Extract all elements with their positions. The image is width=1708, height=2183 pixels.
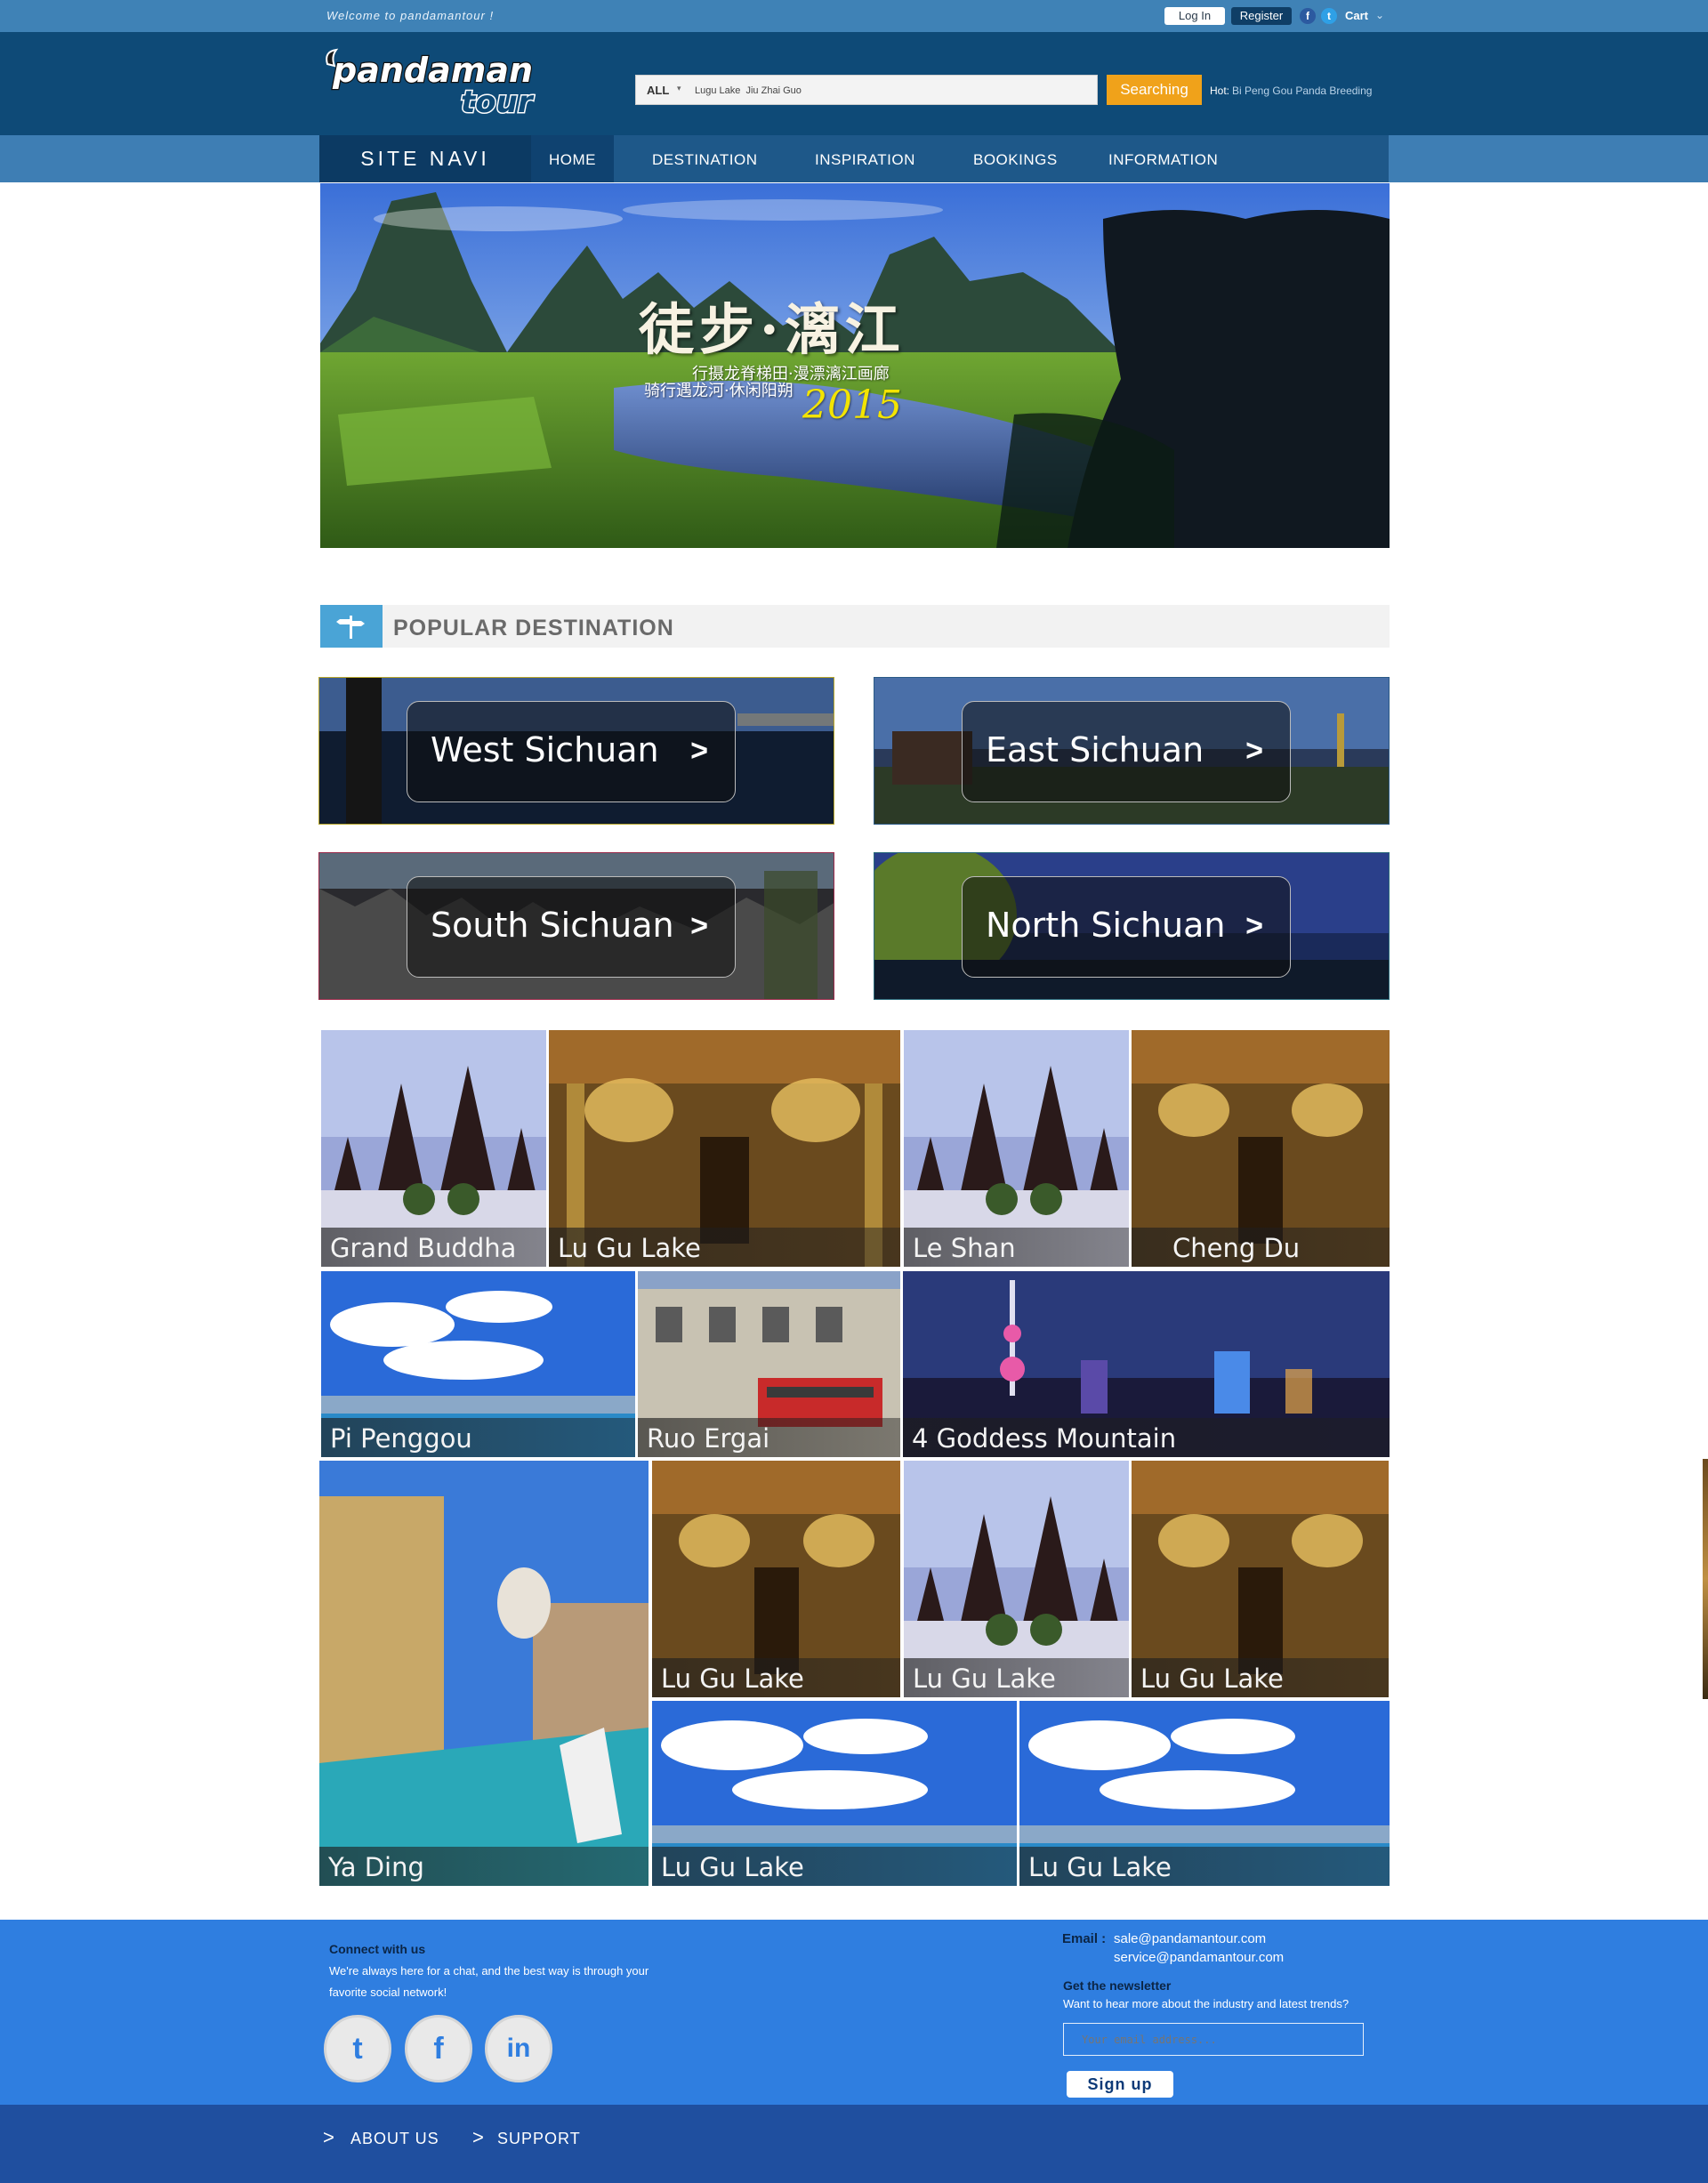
chevron-right-icon[interactable]: > — [690, 909, 708, 944]
gallery-tile[interactable]: Ya Ding — [319, 1461, 649, 1886]
tile-label: Lu Gu Lake — [661, 1852, 804, 1882]
hot-links[interactable]: Bi Peng Gou Panda Breeding — [1232, 85, 1372, 97]
chevron-down-icon[interactable]: ▾ — [677, 84, 681, 93]
gallery-tile[interactable]: Lu Gu Lake — [652, 1701, 1017, 1886]
region-label-box[interactable]: West Sichuan > — [407, 701, 736, 802]
region-card-west[interactable]: West Sichuan > — [318, 677, 834, 825]
linkedin-icon[interactable]: in — [485, 2015, 552, 2082]
nav-bookings[interactable]: BOOKINGS — [973, 135, 1058, 182]
search-box: ALL ▾ — [635, 75, 1098, 105]
edge-image-fragment — [1703, 1459, 1708, 1699]
welcome-text: Welcome to pandamantour ! — [326, 9, 495, 22]
chevron-right-icon[interactable]: > — [690, 734, 708, 769]
venice-canal-image — [319, 1461, 649, 1886]
region-name: North Sichuan — [986, 906, 1226, 945]
chevron-right-icon[interactable]: > — [1245, 909, 1263, 944]
footer — [0, 1920, 1708, 2105]
gallery-tile[interactable]: Lu Gu Lake — [652, 1461, 900, 1697]
gallery-tile[interactable]: Ruo Ergai — [638, 1271, 900, 1457]
tile-label: Lu Gu Lake — [1140, 1663, 1284, 1694]
region-label-box[interactable]: North Sichuan > — [962, 876, 1291, 978]
gallery-tile[interactable]: Pi Penggou — [321, 1271, 635, 1457]
region-card-north[interactable]: North Sichuan > — [874, 852, 1390, 1000]
logo[interactable]: pandaman tour — [320, 44, 543, 117]
hero-subtitle-2: 骑行遇龙河·休闲阳朔 — [644, 382, 794, 400]
tile-label: Pi Penggou — [330, 1423, 472, 1454]
about-us-link[interactable]: ABOUT US — [350, 2130, 439, 2148]
region-name: West Sichuan — [431, 730, 659, 769]
tile-label: Lu Gu Lake — [661, 1663, 804, 1694]
tile-label: Lu Gu Lake — [1028, 1852, 1172, 1882]
newsletter-email-field[interactable] — [1063, 2023, 1364, 2056]
chevron-down-icon[interactable]: ⌄ — [1375, 9, 1384, 21]
connect-title: Connect with us — [329, 1942, 426, 1956]
support-link[interactable]: SUPPORT — [497, 2130, 581, 2148]
page: Welcome to pandamantour ! Log In Registe… — [0, 0, 1708, 2183]
chevron-right-icon: > — [472, 2126, 484, 2148]
chevron-right-icon: > — [323, 2126, 334, 2148]
tile-label: Grand Buddha — [330, 1233, 517, 1263]
cart-link[interactable]: Cart — [1345, 9, 1368, 22]
tile-label: 4 Goddess Mountain — [912, 1423, 1177, 1454]
twitter-icon[interactable]: t — [324, 2015, 391, 2082]
chevron-right-icon[interactable]: > — [1245, 734, 1263, 769]
bottom-bar — [0, 2105, 1708, 2183]
gallery-tile[interactable]: Lu Gu Lake — [1132, 1461, 1389, 1697]
gallery-tile[interactable]: Lu Gu Lake — [904, 1461, 1129, 1697]
gallery-tile[interactable]: Lu Gu Lake — [549, 1030, 900, 1267]
hero-year: 2015 — [802, 383, 902, 428]
hot-label: Hot: — [1210, 85, 1230, 97]
nav-destination[interactable]: DESTINATION — [652, 135, 758, 182]
gallery-tile[interactable]: Grand Buddha — [321, 1030, 546, 1267]
region-card-south[interactable]: South Sichuan > — [318, 852, 834, 1000]
search-category[interactable]: ALL — [647, 84, 669, 97]
email-label: Email : — [1062, 1931, 1107, 1946]
hero-title: 徒步·漓江 — [639, 297, 906, 362]
search-button[interactable]: Searching — [1107, 75, 1202, 105]
nav-home[interactable]: HOME — [531, 135, 614, 182]
newsletter-text: Want to hear more about the industry and… — [1063, 1997, 1349, 2010]
gallery-tile[interactable]: 4 Goddess Mountain — [903, 1271, 1390, 1457]
logo-text-sub: tour — [461, 85, 535, 117]
facebook-icon[interactable]: f — [1300, 8, 1316, 24]
email-service[interactable]: service@pandamantour.com — [1114, 1950, 1284, 1965]
newsletter-title: Get the newsletter — [1063, 1978, 1172, 1993]
tile-label: Lu Gu Lake — [558, 1233, 701, 1263]
region-card-east[interactable]: East Sichuan > — [874, 677, 1390, 825]
email-sale[interactable]: sale@pandamantour.com — [1114, 1931, 1266, 1946]
region-label-box[interactable]: South Sichuan > — [407, 876, 736, 978]
tile-label: Le Shan — [913, 1233, 1016, 1263]
region-label-box[interactable]: East Sichuan > — [962, 701, 1291, 802]
section-title: POPULAR DESTINATION — [393, 616, 674, 640]
gallery-tile[interactable]: Le Shan — [904, 1030, 1129, 1267]
nav-information[interactable]: INFORMATION — [1108, 135, 1218, 182]
gallery-tile[interactable]: Cheng Du — [1132, 1030, 1390, 1267]
facebook-icon[interactable]: f — [405, 2015, 472, 2082]
gallery-tile[interactable]: Lu Gu Lake — [1019, 1701, 1390, 1886]
region-name: East Sichuan — [986, 730, 1204, 769]
nav-inspiration[interactable]: INSPIRATION — [815, 135, 915, 182]
connect-text: We're always here for a chat, and the be… — [329, 1964, 649, 1999]
twitter-icon[interactable]: t — [1321, 8, 1337, 24]
region-name: South Sichuan — [431, 906, 674, 945]
tile-label: Cheng Du — [1172, 1233, 1301, 1263]
signup-button[interactable]: Sign up — [1067, 2071, 1173, 2098]
signpost-icon — [320, 605, 383, 648]
register-button[interactable]: Register — [1231, 7, 1292, 25]
tile-label: Lu Gu Lake — [913, 1663, 1056, 1694]
search-input[interactable] — [695, 81, 1086, 101]
login-button[interactable]: Log In — [1164, 7, 1225, 25]
tile-label: Ruo Ergai — [647, 1423, 770, 1454]
top-bar — [0, 0, 1708, 32]
site-navi-label[interactable]: SITE NAVI — [319, 135, 531, 182]
tile-label: Ya Ding — [328, 1852, 424, 1882]
